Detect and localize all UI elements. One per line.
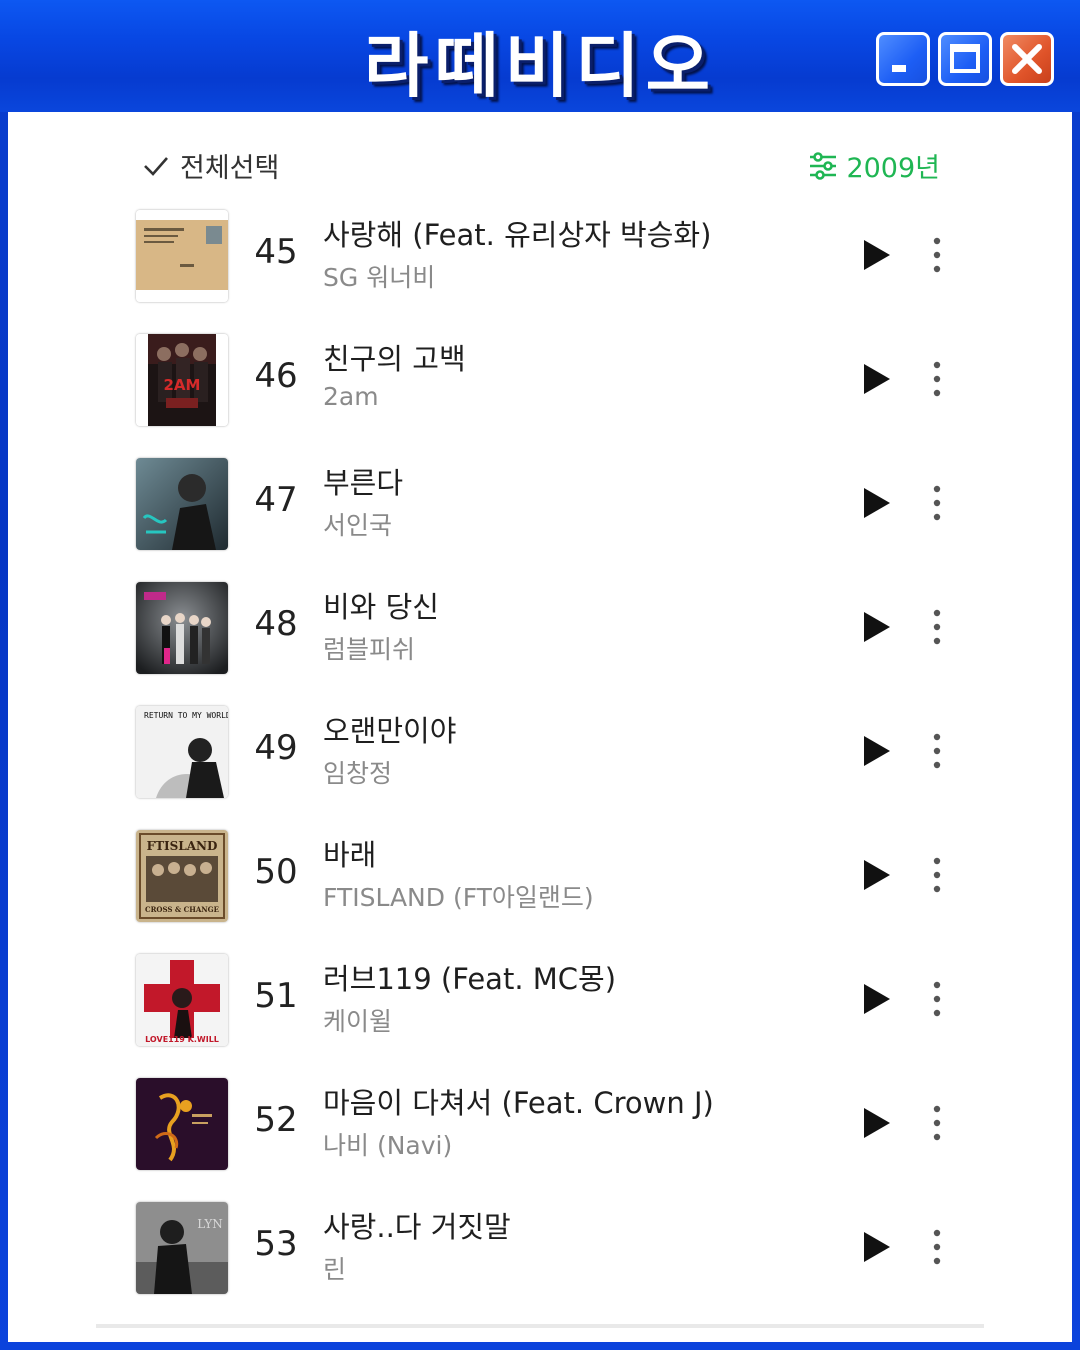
song-title[interactable]: 러브119 (Feat. MC몽) (323, 956, 616, 998)
chart-list-panel: 전체선택 2009년 45 사랑해 (Feat. 유리상자 박승화) SG 워너… (8, 112, 1072, 1342)
album-cover[interactable]: RETURN TO MY WORLD (136, 706, 228, 798)
track-row[interactable]: RETURN TO MY WORLD 49 오랜만이야 임창정 (136, 704, 956, 800)
rank-number: 49 (254, 728, 298, 768)
artist-name[interactable]: 서인국 (323, 506, 392, 542)
artist-name[interactable]: 임창정 (323, 754, 392, 790)
close-icon (1012, 44, 1042, 74)
song-title[interactable]: 친구의 고백 (323, 336, 466, 378)
more-options-icon[interactable] (932, 980, 942, 1018)
album-cover[interactable] (136, 1078, 228, 1170)
year-filter-label: 2009년 (846, 153, 940, 184)
album-cover[interactable]: FTISLAND CROSS & CHANGE (136, 830, 228, 922)
maximize-icon (950, 44, 980, 73)
play-icon[interactable] (862, 1230, 892, 1264)
select-all-toggle[interactable]: 전체선택 (142, 146, 279, 185)
track-row[interactable]: LOVE119 K.WILL 51 러브119 (Feat. MC몽) 케이윌 (136, 952, 956, 1048)
artist-name[interactable]: 나비 (Navi) (323, 1126, 452, 1162)
more-options-icon[interactable] (932, 484, 942, 522)
filter-sliders-icon (810, 151, 837, 180)
play-icon[interactable] (862, 858, 892, 892)
cover-logo-text: LOVE119 K.WILL (145, 1035, 219, 1044)
rank-number: 46 (254, 356, 298, 396)
play-icon[interactable] (862, 734, 892, 768)
app-window: 라떼비디오 전체선택 2009년 45 사랑해 (Feat. 유리상자 박승화)… (0, 0, 1080, 1350)
song-title[interactable]: 마음이 다쳐서 (Feat. Crown J) (323, 1080, 714, 1122)
cover-logo-text: FTISLAND (147, 839, 218, 853)
rank-number: 47 (254, 480, 298, 520)
rank-number: 48 (254, 604, 298, 644)
play-icon[interactable] (862, 486, 892, 520)
album-cover[interactable] (136, 210, 228, 302)
minimize-icon (892, 65, 906, 72)
artist-name[interactable]: 린 (323, 1250, 346, 1286)
more-options-icon[interactable] (932, 1228, 942, 1266)
song-title[interactable]: 사랑..다 거짓말 (323, 1204, 511, 1246)
more-options-icon[interactable] (932, 360, 942, 398)
artist-name[interactable]: SG 워너비 (323, 258, 435, 294)
more-options-icon[interactable] (932, 856, 942, 894)
artist-name[interactable]: 럼블피쉬 (323, 630, 415, 666)
rank-number: 45 (254, 232, 298, 272)
album-cover[interactable]: LYN (136, 1202, 228, 1294)
album-cover[interactable] (136, 458, 228, 550)
track-row[interactable]: 47 부른다 서인국 (136, 456, 956, 552)
song-title[interactable]: 오랜만이야 (323, 708, 456, 750)
song-title[interactable]: 사랑해 (Feat. 유리상자 박승화) (323, 212, 711, 254)
rank-number: 51 (254, 976, 298, 1016)
cover-logo-text: 2AM (164, 376, 201, 394)
track-row[interactable]: LYN 53 사랑..다 거짓말 린 (136, 1200, 956, 1296)
rank-number: 50 (254, 852, 298, 892)
artist-name[interactable]: 2am (323, 382, 379, 411)
play-icon[interactable] (862, 238, 892, 272)
maximize-button[interactable] (938, 32, 992, 86)
track-row[interactable]: 52 마음이 다쳐서 (Feat. Crown J) 나비 (Navi) (136, 1076, 956, 1172)
artist-name[interactable]: 케이윌 (323, 1002, 392, 1038)
cover-logo-text: RETURN TO MY WORLD (144, 711, 228, 720)
minimize-button[interactable] (876, 32, 930, 86)
title-bar[interactable]: 라떼비디오 (0, 0, 1080, 112)
song-title[interactable]: 바래 (323, 832, 376, 874)
year-filter[interactable]: 2009년 (808, 146, 940, 185)
cover-logo-text: LYN (197, 1217, 223, 1231)
track-row[interactable]: 2AM 46 친구의 고백 2am (136, 332, 956, 428)
album-cover[interactable]: 2AM (136, 334, 228, 426)
more-options-icon[interactable] (932, 236, 942, 274)
more-options-icon[interactable] (932, 732, 942, 770)
track-row[interactable]: 48 비와 당신 럼블피쉬 (136, 580, 956, 676)
more-options-icon[interactable] (932, 1104, 942, 1142)
song-title[interactable]: 비와 당신 (323, 584, 439, 626)
play-icon[interactable] (862, 1106, 892, 1140)
track-row[interactable]: 45 사랑해 (Feat. 유리상자 박승화) SG 워너비 (136, 208, 956, 304)
list-divider (96, 1324, 984, 1328)
album-cover[interactable] (136, 582, 228, 674)
rank-number: 52 (254, 1100, 298, 1140)
close-button[interactable] (1000, 32, 1054, 86)
more-options-icon[interactable] (932, 608, 942, 646)
rank-number: 53 (254, 1224, 298, 1264)
play-icon[interactable] (862, 362, 892, 396)
select-all-label: 전체선택 (180, 153, 280, 184)
song-title[interactable]: 부른다 (323, 460, 403, 502)
checkmark-icon (144, 156, 168, 176)
play-icon[interactable] (862, 982, 892, 1016)
cover-sub-text: CROSS & CHANGE (145, 905, 219, 914)
artist-name[interactable]: FTISLAND (FT아일랜드) (323, 878, 594, 914)
track-row[interactable]: FTISLAND CROSS & CHANGE 50 바래 FTISLAND (… (136, 828, 956, 924)
play-icon[interactable] (862, 610, 892, 644)
album-cover[interactable]: LOVE119 K.WILL (136, 954, 228, 1046)
